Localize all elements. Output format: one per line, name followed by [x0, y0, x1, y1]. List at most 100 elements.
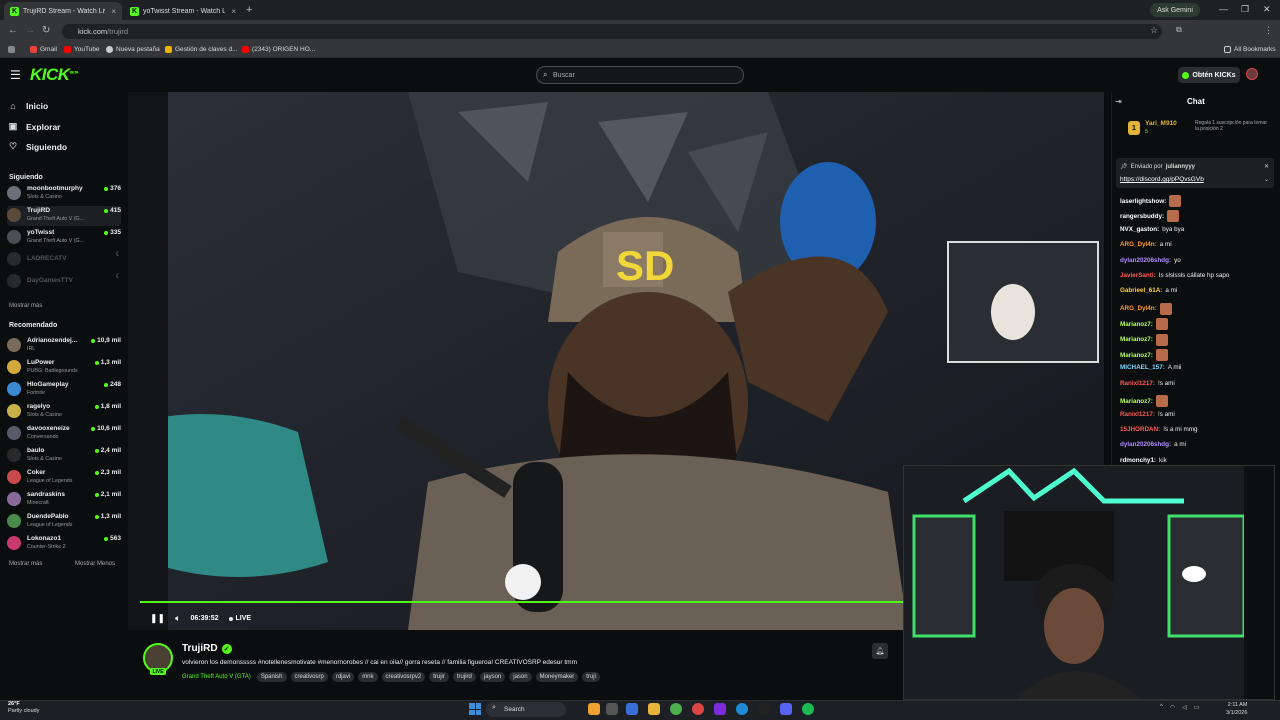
- ask-gemini-button[interactable]: Ask Gemini: [1150, 3, 1200, 17]
- chevron-up-icon[interactable]: ^: [1160, 704, 1163, 711]
- app-icon[interactable]: [758, 703, 770, 715]
- nav-inicio[interactable]: ⌂ Inicio: [8, 101, 48, 111]
- sidebar-channel[interactable]: LADRECATV ☾: [7, 250, 121, 270]
- pause-icon[interactable]: ❚❚: [150, 613, 165, 624]
- stream-tag[interactable]: mnk: [358, 672, 378, 682]
- user-avatar[interactable]: [1246, 68, 1258, 80]
- maximize-icon[interactable]: ❐: [1241, 4, 1249, 15]
- forward-icon[interactable]: →: [25, 25, 35, 36]
- weather-widget[interactable]: 26°F Partly cloudy: [8, 701, 40, 715]
- spotify-icon[interactable]: [802, 703, 814, 715]
- file-explorer-icon[interactable]: [648, 703, 660, 715]
- stream-tag[interactable]: Spanish: [256, 672, 287, 682]
- chat-username[interactable]: Marianoz7:: [1120, 352, 1153, 359]
- pinned-message[interactable]: 📌︎ Enviado por juliannyyy https://discord.…: [1116, 158, 1274, 188]
- menu-kebab-icon[interactable]: ⋮: [1264, 25, 1273, 36]
- chat-username[interactable]: Marianoz7:: [1120, 398, 1153, 405]
- windows-start-icon[interactable]: [469, 703, 481, 715]
- sidebar-channel[interactable]: HloGameplay Fortnite 248: [7, 380, 121, 400]
- back-icon[interactable]: ←: [8, 25, 18, 36]
- battery-icon[interactable]: ▭: [1194, 704, 1200, 711]
- search-input[interactable]: ⌕ Buscar: [536, 66, 744, 84]
- hamburger-menu-icon[interactable]: ☰: [10, 68, 21, 82]
- sidebar-channel[interactable]: yoTwisst Grand Theft Auto V (G... 335: [7, 228, 121, 248]
- chat-username[interactable]: Marianoz7:: [1120, 336, 1153, 343]
- stream-tag[interactable]: rdjavi: [331, 672, 355, 682]
- apps-icon[interactable]: [8, 46, 15, 53]
- chevron-down-icon[interactable]: ⌄: [1264, 176, 1269, 183]
- extensions-icon[interactable]: ⧉: [1176, 25, 1182, 35]
- sidebar-channel[interactable]: ragelyo Slots & Casino 1,8 mil: [7, 402, 121, 422]
- tab-yotwisst[interactable]: K yoTwisst Stream - Watch Live o ×: [124, 2, 242, 20]
- playback-progress-bar[interactable]: [140, 601, 903, 603]
- stream-tag[interactable]: creativosrpv2: [381, 672, 426, 682]
- stream-tag[interactable]: truji: [582, 672, 600, 682]
- bookmark-youtube[interactable]: YouTube: [64, 46, 100, 53]
- chat-username[interactable]: rangersbuddy:: [1120, 213, 1164, 220]
- taskbar-app-icon[interactable]: [588, 703, 600, 715]
- notification-bell-icon[interactable]: 🔔︎: [872, 643, 888, 659]
- picture-in-picture-stream[interactable]: [903, 465, 1275, 700]
- nav-explorar[interactable]: ▣ Explorar: [8, 121, 61, 132]
- show-more-following[interactable]: Mostrar más: [9, 303, 42, 309]
- speaker-icon[interactable]: ◁: [1182, 704, 1187, 711]
- chat-username[interactable]: NVX_gaston:: [1120, 226, 1159, 233]
- app-icon[interactable]: [692, 703, 704, 715]
- volume-icon[interactable]: 🔈︎: [175, 613, 180, 624]
- taskbar-search[interactable]: ⌕ Search: [486, 702, 566, 717]
- chat-username[interactable]: JavierSanti:: [1120, 272, 1156, 279]
- gift-leaderboard[interactable]: 1 Yari_M910 5 Regala 1 suscripción para …: [1118, 114, 1274, 142]
- bookmark-star-icon[interactable]: ☆: [1150, 25, 1158, 36]
- wifi-icon[interactable]: ◠: [1170, 704, 1175, 711]
- sidebar-channel[interactable]: moonbootmurphy Slots & Casino 376: [7, 184, 121, 204]
- close-tab-icon[interactable]: ×: [111, 7, 116, 16]
- chat-username[interactable]: ARG_Dyl4n:: [1120, 241, 1157, 248]
- close-window-icon[interactable]: ✕: [1263, 4, 1271, 15]
- stream-tag[interactable]: jason: [509, 672, 532, 682]
- streamer-name[interactable]: TrujiRD ✓: [182, 643, 232, 654]
- new-tab-button[interactable]: +: [246, 4, 252, 16]
- chrome-icon[interactable]: [670, 703, 682, 715]
- show-less-recommended[interactable]: Mostrar Menos: [75, 561, 115, 567]
- chat-username[interactable]: Marianoz7:: [1120, 321, 1153, 328]
- stream-tag[interactable]: Moneymaker: [535, 672, 579, 682]
- sidebar-channel[interactable]: LuPower PUBG: Battlegrounds 1,3 mil: [7, 358, 121, 378]
- sidebar-channel[interactable]: DayGamesTTV ☾: [7, 272, 121, 292]
- sidebar-channel[interactable]: sandraskins Minecraft 2,1 mil: [7, 490, 121, 510]
- close-tab-icon[interactable]: ×: [231, 7, 236, 16]
- chat-username[interactable]: rdmonchy1:: [1120, 457, 1156, 464]
- chat-username[interactable]: 15JHORDAN:: [1120, 426, 1160, 433]
- sidebar-channel[interactable]: davooxeneize Conversando 10,6 mil: [7, 424, 121, 444]
- unpin-icon[interactable]: ✕: [1264, 163, 1269, 170]
- sidebar-channel[interactable]: Lokonazo1 Counter-Strike 2 563: [7, 534, 121, 554]
- chat-username[interactable]: dylan20206shdg:: [1120, 441, 1171, 448]
- discord-link[interactable]: https://discord.gg/pPQvsGVb: [1120, 176, 1204, 183]
- chat-username[interactable]: Ranixl1217:: [1120, 380, 1155, 387]
- chat-username[interactable]: ARG_Dyl4n:: [1120, 305, 1157, 312]
- stream-tag[interactable]: jayson: [479, 672, 506, 682]
- get-kicks-button[interactable]: Obtén KICKs: [1178, 67, 1240, 83]
- all-bookmarks[interactable]: All Bookmarks: [1224, 46, 1276, 53]
- sidebar-channel[interactable]: Adrianozendej... IRL 10,9 mil: [7, 336, 121, 356]
- app-icon[interactable]: [714, 703, 726, 715]
- url-input[interactable]: kick.com/trujird: [62, 24, 1162, 39]
- stream-tag[interactable]: trujird: [452, 672, 476, 682]
- stream-tag[interactable]: trujir: [429, 672, 449, 682]
- chat-username[interactable]: Gabrieel_61A:: [1120, 287, 1162, 294]
- bookmark-gmail[interactable]: Gmail: [30, 46, 57, 53]
- task-view-icon[interactable]: [606, 703, 618, 715]
- chat-username[interactable]: Ranixl1217:: [1120, 411, 1155, 418]
- bookmark-new-tab[interactable]: Nueva pestaña: [106, 46, 160, 53]
- sidebar-channel[interactable]: DuendePablo League of Legends 1,3 mil: [7, 512, 121, 532]
- collapse-chat-icon[interactable]: ⇥: [1115, 97, 1122, 106]
- reload-icon[interactable]: ↻: [42, 25, 50, 36]
- chat-username[interactable]: MICHAEL_157:: [1120, 364, 1165, 371]
- minimize-icon[interactable]: —: [1219, 4, 1228, 14]
- sidebar-channel[interactable]: Coker League of Legends 2,3 mil: [7, 468, 121, 488]
- copilot-icon[interactable]: [626, 703, 638, 715]
- taskbar-clock[interactable]: 2:11 AM 3/1/2026: [1226, 701, 1247, 717]
- bookmark-password-manager[interactable]: Gestión de claves d...: [165, 46, 238, 53]
- kick-logo[interactable]: KICKBETA: [30, 65, 79, 85]
- discord-icon[interactable]: [780, 703, 792, 715]
- stream-tag[interactable]: creativosrp: [290, 672, 328, 682]
